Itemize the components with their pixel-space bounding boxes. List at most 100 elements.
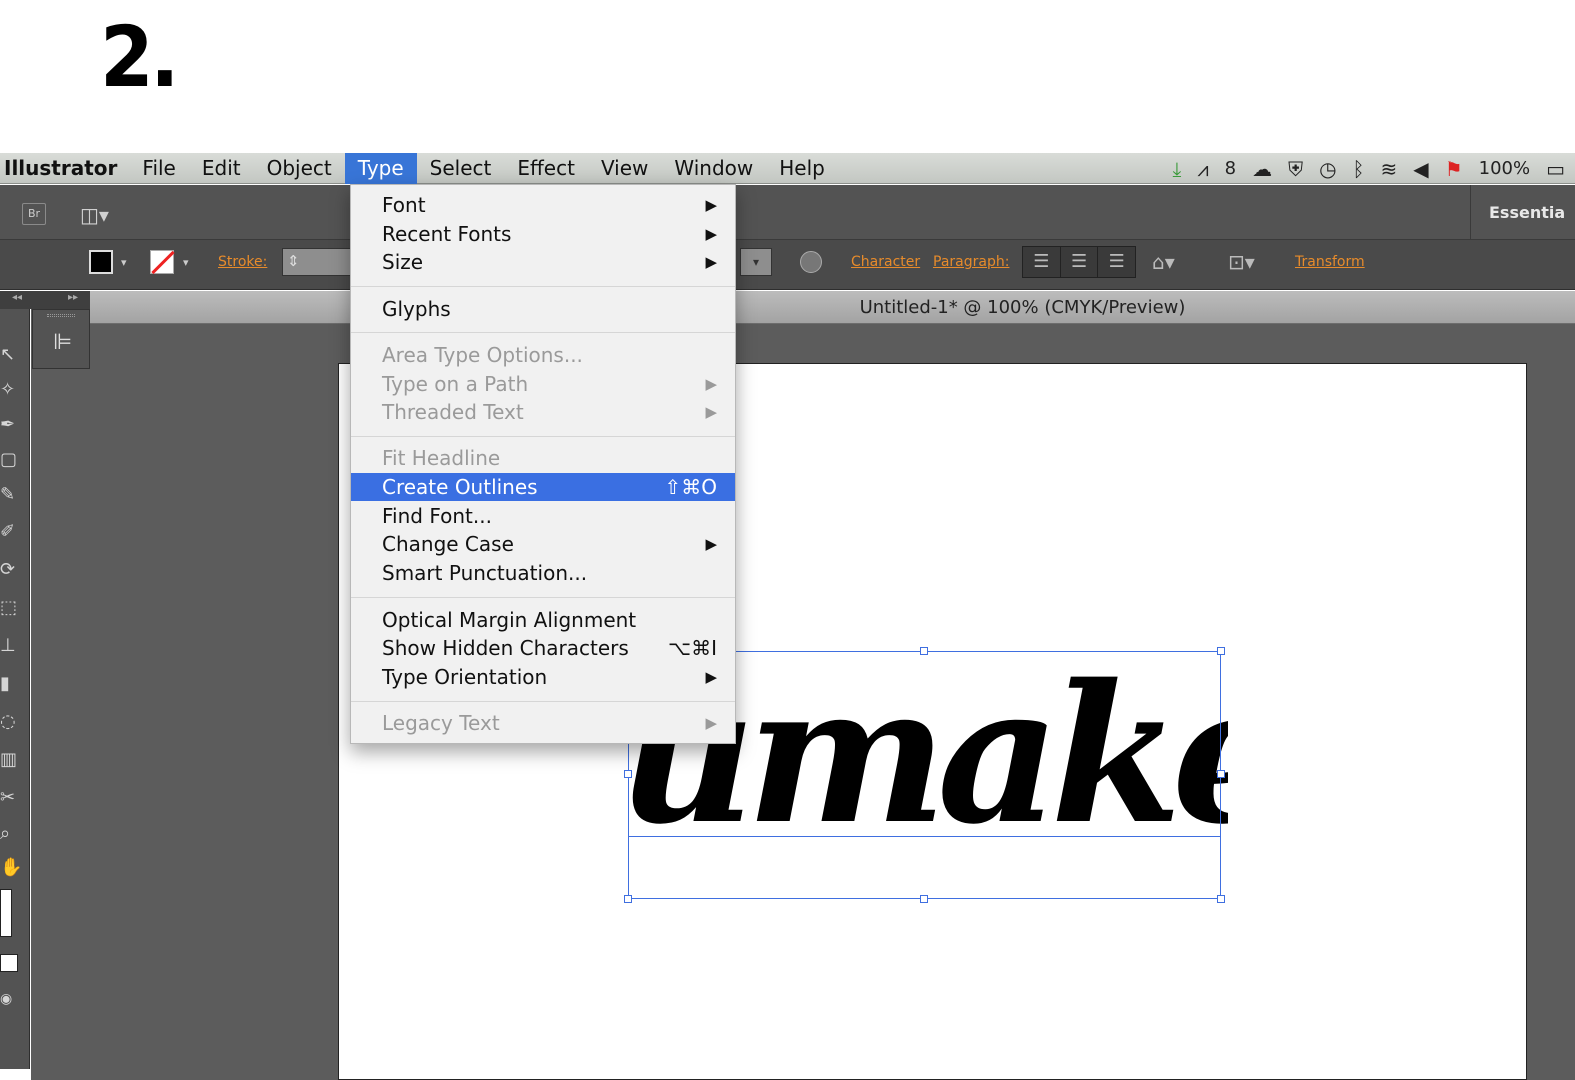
menu-file[interactable]: File	[129, 153, 188, 184]
submenu-arrow-icon: ▶	[705, 668, 717, 686]
menu-item-label: Find Font...	[382, 504, 492, 528]
handle-top-right[interactable]	[1217, 647, 1225, 655]
volume-icon[interactable]: ◀	[1413, 157, 1428, 181]
menu-item-smart-punctuation[interactable]: Smart Punctuation...	[351, 559, 735, 587]
menu-item-change-case[interactable]: Change Case ▶	[351, 530, 735, 558]
menu-item-label: Area Type Options...	[382, 343, 583, 367]
shield-icon[interactable]: ⛨	[1288, 157, 1303, 181]
magic-wand-tool-icon[interactable]: ✧	[0, 379, 24, 400]
font-style-dropdown[interactable]: ▾	[740, 248, 772, 276]
handle-bottom-center[interactable]	[920, 895, 928, 903]
creative-cloud-icon[interactable]: ☁	[1252, 157, 1272, 181]
fill-color-swatch[interactable]	[89, 250, 113, 274]
menu-item-label: Change Case	[382, 532, 514, 556]
reference-point-icon[interactable]: ⊡▾	[1228, 250, 1255, 274]
menu-item-recent-fonts[interactable]: Recent Fonts ▶	[351, 220, 735, 248]
align-left-icon[interactable]: ☰	[1023, 247, 1061, 277]
drawing-mode-icon[interactable]: ◉	[0, 991, 24, 1007]
zoom-tool-icon[interactable]: ⌕	[0, 823, 24, 844]
menu-item-size[interactable]: Size ▶	[351, 248, 735, 276]
slice-tool-icon[interactable]: ✂	[0, 787, 24, 808]
bridge-button[interactable]: Br	[22, 203, 46, 225]
menu-item-label: Glyphs	[382, 297, 451, 321]
handle-bottom-left[interactable]	[624, 895, 632, 903]
fill-dropdown-icon[interactable]: ▾	[121, 256, 127, 269]
pencil-tool-icon[interactable]: ✐	[0, 521, 24, 542]
menu-item-find-font[interactable]: Find Font...	[351, 502, 735, 530]
menu-item-area-type-options: Area Type Options...	[351, 341, 735, 369]
handle-middle-left[interactable]	[624, 770, 632, 778]
submenu-arrow-icon: ▶	[705, 375, 717, 393]
menu-view[interactable]: View	[588, 153, 661, 184]
menu-select[interactable]: Select	[417, 153, 505, 184]
step-number: 2.	[100, 8, 179, 106]
submenu-arrow-icon: ▶	[705, 253, 717, 271]
menu-item-optical-margin-alignment[interactable]: Optical Margin Alignment	[351, 606, 735, 634]
rotate-tool-icon[interactable]: ⟳	[0, 559, 24, 580]
arrange-documents-icon[interactable]: ◫▾	[80, 203, 109, 227]
stroke-label[interactable]: Stroke:	[218, 254, 267, 270]
menu-item-label: Font	[382, 193, 426, 217]
align-right-icon[interactable]: ☰	[1098, 247, 1135, 277]
menu-separator	[351, 286, 735, 287]
panel-grip[interactable]	[47, 314, 75, 317]
document-tab[interactable]: Untitled-1* @ 100% (CMYK/Preview)	[90, 291, 1575, 324]
transform-link[interactable]: Transform	[1295, 254, 1365, 270]
gradient-tool-icon[interactable]: ▮	[0, 673, 24, 694]
menu-item-label: Smart Punctuation...	[382, 561, 588, 585]
docked-panel: ⊫	[32, 309, 90, 369]
blend-tool-icon[interactable]: ◌	[0, 711, 24, 732]
menu-item-create-outlines[interactable]: Create Outlines ⇧⌘O	[351, 473, 735, 501]
envelope-warp-icon[interactable]: ⌂▾	[1152, 250, 1175, 274]
wifi-icon[interactable]: ≋	[1381, 157, 1398, 181]
workspace-switcher[interactable]: Essentia	[1470, 185, 1575, 240]
fill-stroke-icon[interactable]	[0, 889, 12, 937]
pen-tool-icon[interactable]: ✒	[0, 414, 24, 435]
menu-window[interactable]: Window	[661, 153, 766, 184]
align-panel-icon[interactable]: ⊫	[53, 330, 72, 355]
handle-bottom-right[interactable]	[1217, 895, 1225, 903]
menu-edit[interactable]: Edit	[189, 153, 254, 184]
menu-item-label: Type on a Path	[382, 372, 529, 396]
text-baseline	[628, 836, 1221, 837]
menu-item-threaded-text: Threaded Text ▶	[351, 398, 735, 426]
menu-item-show-hidden-characters[interactable]: Show Hidden Characters ⌥⌘I	[351, 634, 735, 662]
character-link[interactable]: Character	[851, 254, 920, 270]
free-transform-tool-icon[interactable]: ⬚	[0, 597, 24, 618]
stroke-color-swatch[interactable]	[150, 250, 174, 274]
hand-tool-icon[interactable]: ✋	[0, 857, 24, 878]
menu-item-type-orientation[interactable]: Type Orientation ▶	[351, 663, 735, 691]
stroke-weight-field[interactable]	[282, 248, 352, 276]
align-center-icon[interactable]: ☰	[1061, 247, 1099, 277]
paintbrush-tool-icon[interactable]: ✎	[0, 484, 24, 505]
paragraph-link[interactable]: Paragraph:	[933, 254, 1009, 270]
handle-middle-right[interactable]	[1217, 770, 1225, 778]
menu-effect[interactable]: Effect	[504, 153, 588, 184]
menu-object[interactable]: Object	[254, 153, 345, 184]
handle-top-center[interactable]	[920, 647, 928, 655]
bluetooth-icon[interactable]: ᛒ	[1353, 157, 1365, 181]
submenu-arrow-icon: ▶	[705, 535, 717, 553]
menu-item-label: Show Hidden Characters	[382, 636, 629, 660]
adobe-icon[interactable]: ⩘	[1197, 157, 1208, 181]
menu-item-font[interactable]: Font ▶	[351, 191, 735, 219]
perspective-tool-icon[interactable]: ⊥	[0, 635, 24, 656]
graph-tool-icon[interactable]: ▥	[0, 749, 24, 770]
panel-collapse-handle[interactable]: ◂◂ ▸▸	[0, 291, 90, 309]
menu-type[interactable]: Type	[344, 152, 417, 184]
menu-help[interactable]: Help	[766, 153, 838, 184]
selection-tool-icon[interactable]: ↖	[0, 344, 24, 365]
time-machine-icon[interactable]: ◷	[1319, 157, 1336, 181]
download-icon[interactable]: ⤓	[1173, 157, 1182, 181]
menu-item-glyphs[interactable]: Glyphs	[351, 295, 735, 323]
type-menu: Font ▶ Recent Fonts ▶ Size ▶ Glyphs Area Ty…	[350, 184, 736, 744]
app-menu[interactable]: Illustrator	[0, 156, 129, 180]
menu-item-label: Type Orientation	[382, 665, 548, 689]
none-color-icon[interactable]	[0, 954, 18, 972]
battery-icon[interactable]: ▭	[1546, 157, 1565, 181]
flag-icon[interactable]: ⚑	[1445, 157, 1463, 181]
recolor-icon[interactable]	[800, 251, 822, 273]
tutorial-screenshot: { "step": { "number": "2." }, "menubar":…	[0, 0, 1575, 1080]
rectangle-tool-icon[interactable]: ▢	[0, 449, 24, 470]
stroke-dropdown-icon[interactable]: ▾	[183, 256, 189, 269]
